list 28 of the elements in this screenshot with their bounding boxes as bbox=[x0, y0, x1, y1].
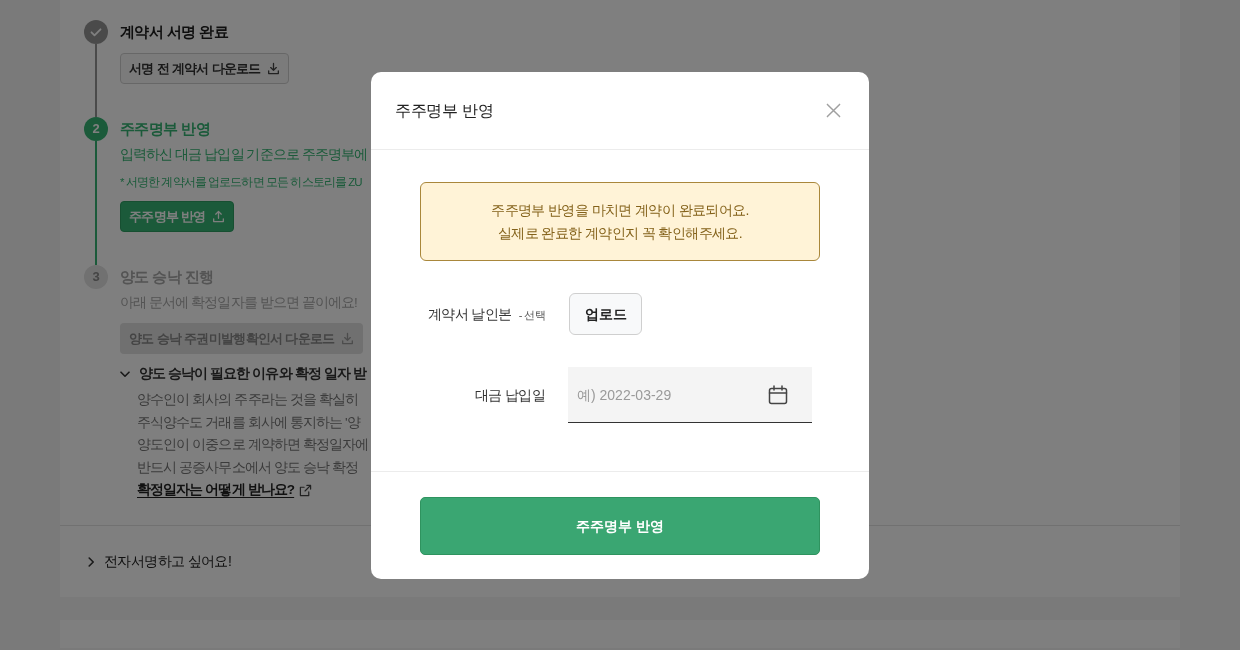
calendar-icon bbox=[768, 385, 788, 405]
details-text: 반드시 공증사무소에서 양도 승낙 확정 bbox=[137, 458, 358, 477]
notice-text: 실제로 완료한 계약인지 꼭 확인해주세요. bbox=[497, 223, 743, 243]
close-icon bbox=[826, 103, 841, 118]
step-note: * 서명한 계약서를 업로드하면 모든 히스토리를 ZU bbox=[120, 175, 362, 190]
step-number: 2 bbox=[84, 117, 108, 141]
help-link[interactable]: 확정일자는 어떻게 받나요? bbox=[137, 479, 313, 502]
step-description: 입력하신 대금 납입일 기준으로 주주명부에 bbox=[120, 146, 368, 164]
date-field[interactable]: 예) 2022-03-29 bbox=[568, 367, 812, 423]
modal-title: 주주명부 반영 bbox=[395, 100, 494, 121]
download-icon bbox=[266, 62, 280, 75]
upload-button[interactable]: 업로드 bbox=[569, 293, 642, 335]
notice-text: 주주명부 반영을 마치면 계약이 완료되어요. bbox=[491, 200, 749, 220]
details-toggle[interactable]: 양도 승낙이 필요한 이유와 확정 일자 받 bbox=[139, 364, 366, 384]
optional-hint: - 선택 bbox=[518, 308, 545, 321]
step-title: 계약서 서명 완료 bbox=[120, 22, 228, 42]
details-text: 양수인이 회사의 주주라는 것을 확실히 bbox=[137, 391, 358, 409]
field-label: 계약서 날인본 bbox=[427, 305, 512, 322]
download-icon bbox=[340, 332, 354, 345]
external-link-icon bbox=[299, 483, 313, 497]
upload-icon bbox=[211, 210, 225, 223]
faq-toggle[interactable]: 전자서명하고 싶어요! bbox=[104, 551, 232, 573]
details-text: 주식양수도 거래를 회사에 통지하는 '양 bbox=[137, 413, 360, 432]
field-label: 대금 납입일 bbox=[474, 386, 545, 403]
submit-button[interactable]: 주주명부 반영 bbox=[420, 497, 820, 555]
details-text: 양도인이 이중으로 계약하면 확정일자에 bbox=[137, 436, 369, 455]
step-title: 주주명부 반영 bbox=[120, 119, 210, 139]
download-button[interactable]: 서명 전 계약서 다운로드 bbox=[120, 53, 289, 84]
